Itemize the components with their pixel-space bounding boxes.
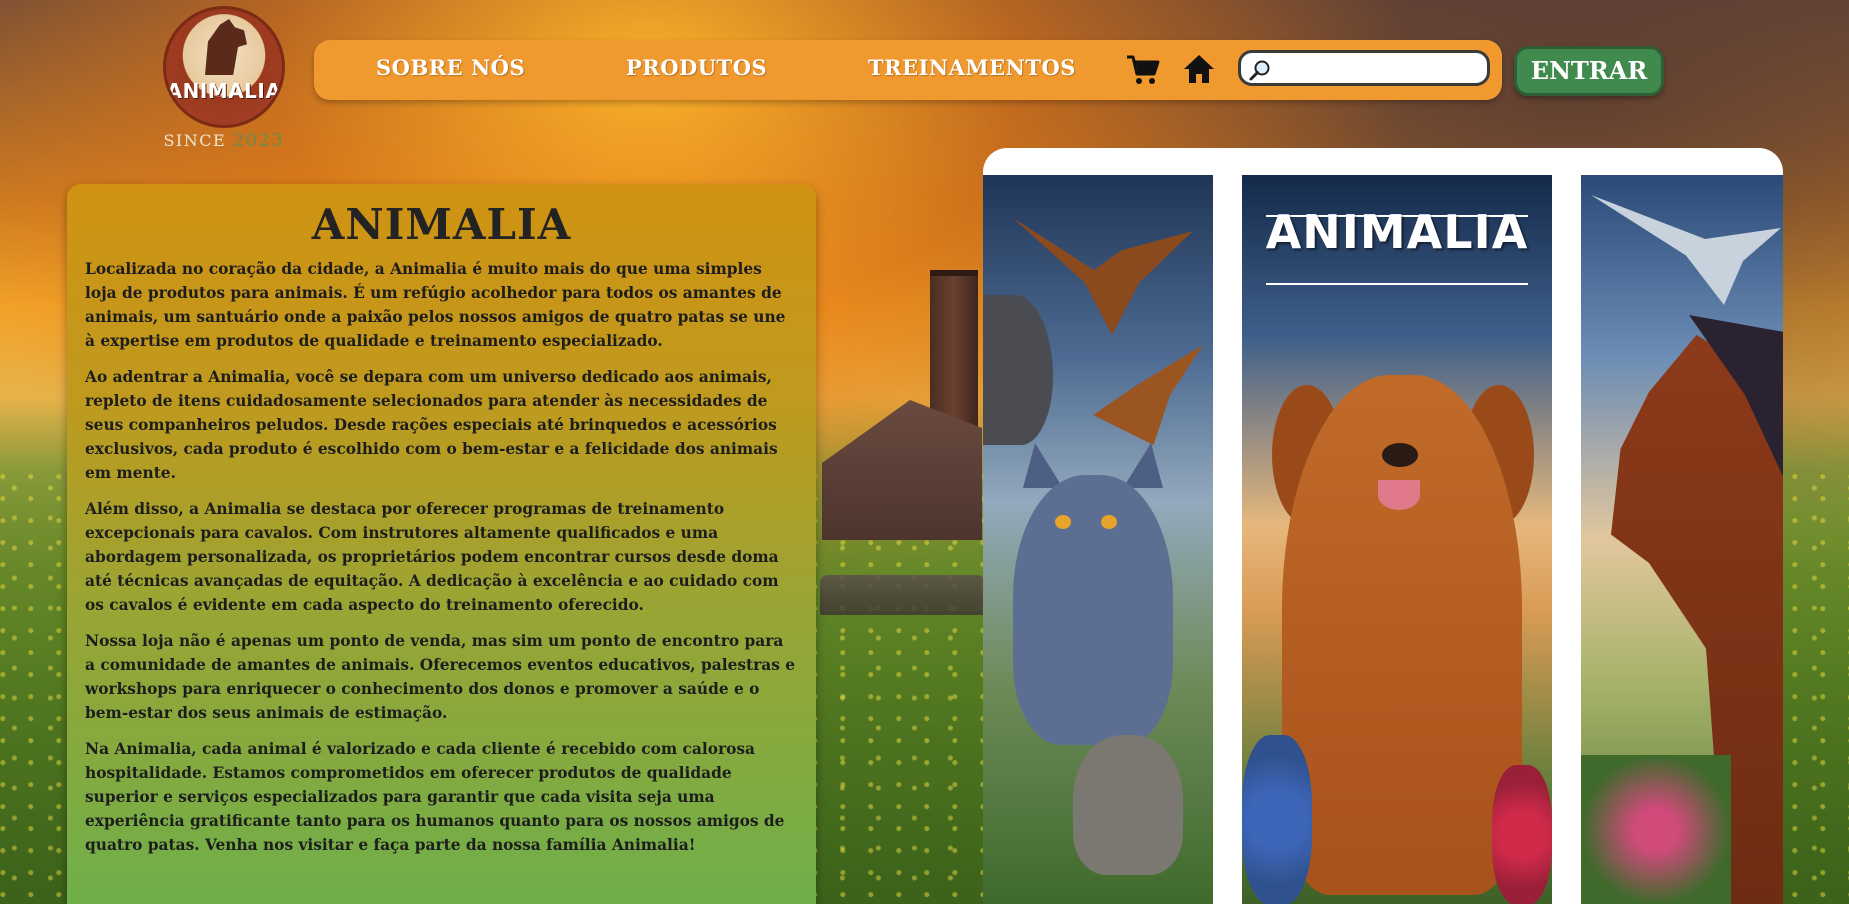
pink-flowers bbox=[1581, 755, 1731, 904]
logo-since-label: SINCE bbox=[163, 131, 227, 150]
logo-since: SINCE 2023 bbox=[160, 130, 288, 151]
about-panel: ANIMALIA Localizada no coração da cidade… bbox=[67, 184, 816, 904]
logo-name: ANIMALIA bbox=[166, 79, 282, 103]
eagle-illustration bbox=[1093, 345, 1203, 445]
search-input[interactable] bbox=[1275, 57, 1484, 81]
logo-emblem: ANIMALIA bbox=[163, 6, 285, 128]
navbar: SOBRE NÓS PRODUTOS TREINAMENTOS bbox=[314, 40, 1502, 100]
logo-since-year: 2023 bbox=[232, 130, 285, 151]
about-paragraph-3: Além disso, a Animalia se destaca por of… bbox=[85, 500, 779, 614]
red-flowers bbox=[1492, 765, 1552, 904]
dog-tongue bbox=[1378, 480, 1420, 510]
dog-illustration bbox=[983, 295, 1053, 445]
banner-divider bbox=[1266, 283, 1528, 285]
page-title: ANIMALIA bbox=[311, 200, 572, 249]
nav-link-sobre-nos[interactable]: SOBRE NÓS bbox=[376, 55, 525, 80]
horse-image bbox=[1581, 175, 1783, 904]
image-gallery: ANIMALIA bbox=[983, 148, 1783, 904]
horse-logo-icon bbox=[205, 19, 247, 75]
about-paragraph-5: Na Animalia, cada animal é valorizado e … bbox=[85, 740, 785, 854]
about-paragraph-1: Localizada no coração da cidade, a Anima… bbox=[85, 260, 786, 350]
about-paragraph-4: Nossa loja não é apenas um ponto de vend… bbox=[85, 632, 796, 722]
search-field[interactable] bbox=[1238, 50, 1490, 86]
blue-flowers bbox=[1242, 735, 1312, 904]
cat-eye bbox=[1101, 515, 1117, 529]
nav-link-produtos[interactable]: PRODUTOS bbox=[626, 55, 767, 80]
site-logo[interactable]: ANIMALIA SINCE 2023 bbox=[160, 6, 288, 156]
cat-eye bbox=[1055, 515, 1071, 529]
golden-retriever-image: ANIMALIA bbox=[1242, 175, 1552, 904]
background-ruin-house bbox=[822, 400, 982, 540]
cat-and-eagles-image bbox=[983, 175, 1213, 904]
home-icon[interactable] bbox=[1182, 53, 1216, 85]
cat-ear bbox=[1023, 443, 1063, 488]
kitten-illustration bbox=[1073, 735, 1183, 875]
bird-illustration bbox=[1591, 195, 1781, 305]
login-button[interactable]: ENTRAR bbox=[1514, 46, 1664, 96]
background-stone-wall bbox=[820, 575, 985, 615]
search-icon bbox=[1249, 60, 1270, 81]
gallery-brand-text: ANIMALIA bbox=[1265, 205, 1529, 259]
cat-ear bbox=[1123, 443, 1163, 488]
dog-nose bbox=[1382, 443, 1418, 467]
about-paragraph-2: Ao adentrar a Animalia, você se depara c… bbox=[85, 368, 778, 482]
cart-icon[interactable] bbox=[1126, 54, 1160, 86]
nav-link-treinamentos[interactable]: TREINAMENTOS bbox=[868, 55, 1076, 80]
cat-illustration bbox=[1013, 475, 1173, 745]
